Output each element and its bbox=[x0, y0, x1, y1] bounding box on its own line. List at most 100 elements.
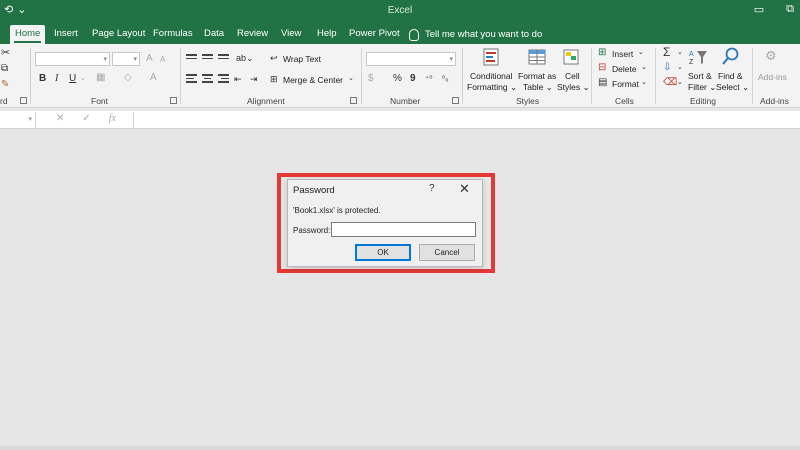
chevron-down-icon[interactable]: ⌄ bbox=[641, 62, 647, 74]
clipboard-group-label: rd bbox=[0, 96, 8, 106]
svg-text:A: A bbox=[689, 51, 694, 58]
tab-help[interactable]: Help bbox=[312, 25, 342, 44]
delete-cells-button[interactable]: Delete bbox=[612, 64, 637, 74]
fill-icon[interactable]: ⇩ bbox=[663, 62, 671, 74]
merge-center-button[interactable]: Merge & Center bbox=[283, 75, 343, 85]
insert-function-icon[interactable]: fx bbox=[109, 113, 116, 124]
tab-formulas[interactable]: Formulas bbox=[148, 25, 198, 44]
tab-data[interactable]: Data bbox=[199, 25, 229, 44]
font-launcher[interactable] bbox=[170, 97, 177, 104]
sort-filter-button[interactable]: Sort & bbox=[688, 71, 712, 81]
number-launcher[interactable] bbox=[452, 97, 459, 104]
italic-button[interactable]: I bbox=[55, 73, 58, 85]
format-as-table-button[interactable]: Format as bbox=[518, 71, 556, 81]
chevron-down-icon[interactable]: ⌄ bbox=[80, 73, 86, 85]
copy-icon[interactable]: ⧉ bbox=[1, 63, 8, 75]
tab-view[interactable]: View bbox=[276, 25, 306, 44]
number-group-label: Number bbox=[390, 96, 421, 106]
cut-icon[interactable]: ✂ bbox=[1, 47, 10, 59]
font-name-select[interactable]: ▾ bbox=[35, 52, 110, 66]
top-align-icon[interactable] bbox=[186, 54, 197, 63]
wrap-text-button[interactable]: Wrap Text bbox=[283, 54, 321, 64]
font-group-label: Font bbox=[91, 96, 109, 106]
autosum-icon[interactable]: Σ bbox=[663, 46, 670, 58]
separator bbox=[361, 48, 362, 104]
sort-filter-icon: A Z bbox=[689, 51, 707, 66]
chevron-down-icon[interactable]: ⌄ bbox=[677, 62, 683, 74]
format-as-table-icon bbox=[528, 49, 546, 65]
tell-me-search[interactable]: Tell me what you want to do bbox=[409, 25, 542, 44]
alignment-launcher[interactable] bbox=[350, 97, 357, 104]
increase-decimal-icon[interactable]: ⁺⁰ bbox=[425, 73, 432, 85]
formula-input[interactable] bbox=[133, 112, 800, 128]
align-left-icon[interactable] bbox=[186, 74, 197, 83]
cancel-button[interactable]: Cancel bbox=[419, 244, 475, 261]
chevron-down-icon[interactable]: ⌄ bbox=[641, 77, 647, 89]
orientation-icon[interactable]: ab⌄ bbox=[236, 52, 254, 64]
clear-icon[interactable]: ⌫ bbox=[663, 77, 677, 89]
align-center-icon[interactable] bbox=[202, 74, 213, 83]
chevron-down-icon[interactable]: ⌄ bbox=[638, 47, 644, 59]
ribbon: ✂ ⧉ ✎ rd ▾ ▾ A A B I U ⌄ ▦ ◇ A Font ab⌄ … bbox=[0, 44, 800, 108]
font-color-icon[interactable]: A bbox=[150, 72, 157, 84]
conditional-formatting-button[interactable]: Conditional bbox=[470, 71, 513, 81]
format-painter-icon[interactable]: ✎ bbox=[1, 79, 9, 91]
ok-button[interactable]: OK bbox=[355, 244, 411, 261]
cell-styles-button[interactable]: Cell bbox=[565, 71, 580, 81]
restore-window-icon[interactable]: ⧉ bbox=[786, 3, 794, 16]
sort-filter-button-line2[interactable]: Filter ⌄ bbox=[688, 82, 716, 92]
format-as-table-button-line2[interactable]: Table ⌄ bbox=[523, 82, 553, 92]
tab-power-pivot[interactable]: Power Pivot bbox=[344, 25, 405, 44]
name-box[interactable]: ▾ bbox=[0, 112, 36, 128]
format-cells-button[interactable]: Format bbox=[612, 79, 639, 89]
tab-home[interactable]: Home bbox=[10, 25, 46, 44]
font-size-select[interactable]: ▾ bbox=[112, 52, 140, 66]
separator bbox=[591, 48, 592, 104]
clipboard-launcher[interactable] bbox=[20, 97, 27, 104]
tab-insert[interactable]: Insert bbox=[49, 25, 83, 44]
password-input[interactable] bbox=[331, 222, 476, 237]
number-format-select[interactable]: ▾ bbox=[366, 52, 456, 66]
underline-button[interactable]: U bbox=[69, 73, 76, 85]
conditional-formatting-button-line2[interactable]: Formatting ⌄ bbox=[467, 82, 517, 92]
delete-cells-icon: ⊟ bbox=[598, 62, 607, 73]
chevron-down-icon[interactable]: ⌄ bbox=[677, 77, 683, 89]
chevron-down-icon[interactable]: ⌄ bbox=[677, 47, 683, 59]
accounting-format-icon[interactable]: $ bbox=[368, 73, 374, 85]
find-select-button[interactable]: Find & bbox=[718, 71, 743, 81]
bottom-align-icon[interactable] bbox=[218, 54, 229, 63]
help-icon[interactable]: ? bbox=[429, 183, 435, 194]
enter-entry-icon[interactable]: ✓ bbox=[82, 113, 90, 124]
tab-page-layout[interactable]: Page Layout bbox=[87, 25, 150, 44]
svg-text:Z: Z bbox=[689, 59, 694, 66]
insert-cells-icon: ⊞ bbox=[598, 47, 607, 58]
bold-button[interactable]: B bbox=[39, 73, 46, 85]
decrease-font-icon[interactable]: A bbox=[160, 54, 165, 66]
close-icon[interactable]: ✕ bbox=[459, 181, 470, 197]
styles-group-label: Styles bbox=[516, 96, 540, 106]
comma-style-button[interactable]: 9 bbox=[410, 73, 416, 85]
tab-review[interactable]: Review bbox=[232, 25, 273, 44]
cell-styles-button-line2[interactable]: Styles ⌄ bbox=[557, 82, 590, 92]
cell-styles-icon bbox=[563, 49, 579, 65]
increase-indent-icon[interactable]: ⇥ bbox=[250, 73, 258, 85]
borders-icon[interactable]: ▦ bbox=[96, 72, 105, 84]
insert-cells-button[interactable]: Insert bbox=[612, 49, 633, 59]
percent-button[interactable]: % bbox=[393, 73, 402, 85]
add-ins-icon: ⚙ bbox=[765, 48, 777, 63]
cancel-entry-icon[interactable]: ✕ bbox=[56, 113, 64, 124]
separator bbox=[655, 48, 656, 104]
tell-me-text: Tell me what you want to do bbox=[425, 29, 543, 40]
decrease-decimal-icon[interactable]: ⁰₀ bbox=[442, 73, 449, 85]
decrease-indent-icon[interactable]: ⇤ bbox=[234, 73, 242, 85]
find-select-button-line2[interactable]: Select ⌄ bbox=[716, 82, 749, 92]
align-right-icon[interactable] bbox=[218, 74, 229, 83]
increase-font-icon[interactable]: A bbox=[146, 53, 153, 65]
middle-align-icon[interactable] bbox=[202, 54, 213, 63]
chevron-down-icon[interactable]: ⌄ bbox=[348, 73, 354, 85]
add-ins-button[interactable]: Add-ins bbox=[758, 72, 787, 82]
find-select-icon bbox=[722, 47, 739, 65]
fill-color-icon[interactable]: ◇ bbox=[124, 72, 132, 84]
ribbon-display-options-icon[interactable]: ▭ bbox=[754, 3, 764, 16]
alignment-group-label: Alignment bbox=[247, 96, 285, 106]
